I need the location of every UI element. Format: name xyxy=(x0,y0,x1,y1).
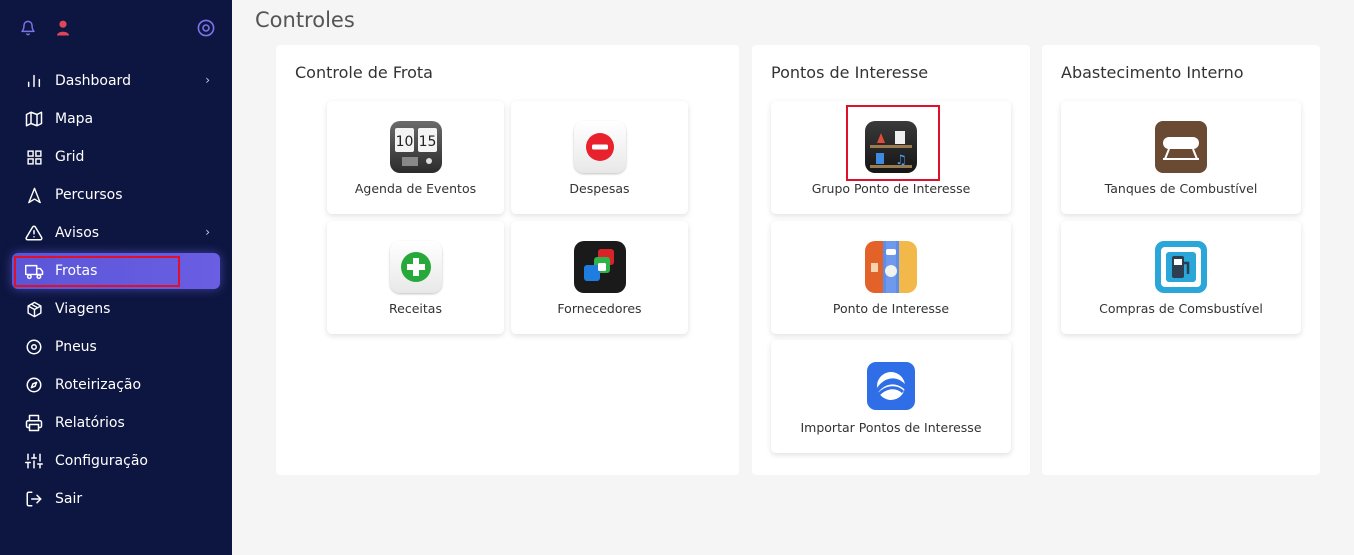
tile-tanques-de-combustivel[interactable]: Tanques de Combustível xyxy=(1061,101,1301,214)
tile-label: Grupo Ponto de Interesse xyxy=(811,181,971,196)
sidebar-item-grid[interactable]: Grid xyxy=(0,138,232,176)
sliders-icon xyxy=(24,451,44,471)
sidebar-item-roteirizacao[interactable]: Roteirização xyxy=(0,366,232,404)
tile-label: Fornecedores xyxy=(557,301,642,316)
panel-title: Controle de Frota xyxy=(295,63,433,82)
sidebar-item-label: Configuração xyxy=(55,453,148,469)
sidebar-item-relatorios[interactable]: Relatórios xyxy=(0,404,232,442)
chevron-right-icon: › xyxy=(205,73,210,87)
sidebar-top-icons xyxy=(0,14,232,42)
tile-label: Despesas xyxy=(569,181,630,196)
highlight-box xyxy=(846,105,940,181)
panel-title: Pontos de Interesse xyxy=(771,63,929,82)
sidebar-item-dashboard[interactable]: Dashboard › xyxy=(0,62,232,100)
flip-clock-icon: 10 15 xyxy=(389,121,442,173)
map-pin-icon xyxy=(865,241,917,293)
warning-icon xyxy=(24,223,44,243)
sidebar-item-sair[interactable]: Sair xyxy=(0,480,232,518)
suppliers-icon xyxy=(573,241,626,293)
fuel-pump-icon xyxy=(1155,241,1207,293)
sidebar-item-frotas[interactable]: Frotas xyxy=(0,252,232,290)
tile-despesas[interactable]: Despesas xyxy=(511,101,688,214)
chevron-right-icon: › xyxy=(205,225,210,239)
tile-grupo-ponto-de-interesse[interactable]: ♫ Grupo Ponto de Interesse xyxy=(771,101,1011,214)
tile-importar-pontos-de-interesse[interactable]: Importar Pontos de Interesse xyxy=(771,340,1011,453)
earth-import-icon xyxy=(867,362,915,410)
map-icon xyxy=(24,109,44,129)
tile-compras-de-combustivel[interactable]: Compras de Comsbustível xyxy=(1061,221,1301,334)
tile-ponto-de-interesse[interactable]: Ponto de Interesse xyxy=(771,221,1011,334)
sidebar-item-label: Sair xyxy=(55,491,83,507)
sidebar-item-label: Grid xyxy=(55,149,85,165)
sidebar-item-percursos[interactable]: Percursos xyxy=(0,176,232,214)
sidebar-item-label: Percursos xyxy=(55,187,123,203)
page-title: Controles xyxy=(255,8,355,32)
fuel-tank-icon xyxy=(1155,121,1207,173)
sidebar-item-label: Avisos xyxy=(55,225,100,241)
tile-agenda-de-eventos[interactable]: 10 15 Agenda de Eventos xyxy=(327,101,504,214)
minus-circle-icon xyxy=(573,121,626,173)
sidebar-item-label: Relatórios xyxy=(55,415,125,431)
sidebar-item-label: Mapa xyxy=(55,111,94,127)
settings-circle-icon[interactable] xyxy=(196,18,216,38)
panel-title: Abastecimento Interno xyxy=(1061,63,1244,82)
plus-circle-icon xyxy=(389,241,442,293)
tile-label: Compras de Comsbustível xyxy=(1099,301,1263,316)
tile-receitas[interactable]: Receitas xyxy=(327,221,504,334)
panel-abastecimento-interno: Abastecimento Interno Tanques de Combust… xyxy=(1042,45,1320,475)
highlight-box xyxy=(14,256,180,287)
navigation-icon xyxy=(24,185,44,205)
sidebar-item-label: Roteirização xyxy=(55,377,142,393)
tile-label: Agenda de Eventos xyxy=(354,181,477,196)
panel-controle-de-frota: Controle de Frota 10 15 Agenda de Evento… xyxy=(276,45,739,475)
box-icon xyxy=(24,299,44,319)
sidebar-item-label: Viagens xyxy=(55,301,111,317)
tile-label: Receitas xyxy=(389,301,442,316)
sidebar-nav: Dashboard › Mapa Grid Percursos Avisos ›… xyxy=(0,62,232,518)
tire-icon xyxy=(24,337,44,357)
bar-chart-icon xyxy=(24,71,44,91)
sidebar-item-avisos[interactable]: Avisos › xyxy=(0,214,232,252)
panel-pontos-de-interesse: Pontos de Interesse ♫ Grupo Ponto de Int… xyxy=(752,45,1030,475)
sidebar-item-configuracao[interactable]: Configuração xyxy=(0,442,232,480)
sidebar: Dashboard › Mapa Grid Percursos Avisos ›… xyxy=(0,0,232,555)
tile-label: Importar Pontos de Interesse xyxy=(800,420,982,435)
sidebar-item-label: Dashboard xyxy=(55,73,131,89)
svg-text:10: 10 xyxy=(395,134,413,150)
compass-icon xyxy=(24,375,44,395)
grid-icon xyxy=(24,147,44,167)
tile-label: Ponto de Interesse xyxy=(832,301,950,316)
sidebar-item-mapa[interactable]: Mapa xyxy=(0,100,232,138)
logout-icon xyxy=(24,489,44,509)
printer-icon xyxy=(24,413,44,433)
tile-label: Tanques de Combustível xyxy=(1104,181,1258,196)
sidebar-item-viagens[interactable]: Viagens xyxy=(0,290,232,328)
bell-icon[interactable] xyxy=(18,18,38,38)
tile-fornecedores[interactable]: Fornecedores xyxy=(511,221,688,334)
svg-text:15: 15 xyxy=(418,134,436,150)
sidebar-item-label: Pneus xyxy=(55,339,97,355)
user-icon[interactable] xyxy=(53,18,73,38)
sidebar-item-pneus[interactable]: Pneus xyxy=(0,328,232,366)
